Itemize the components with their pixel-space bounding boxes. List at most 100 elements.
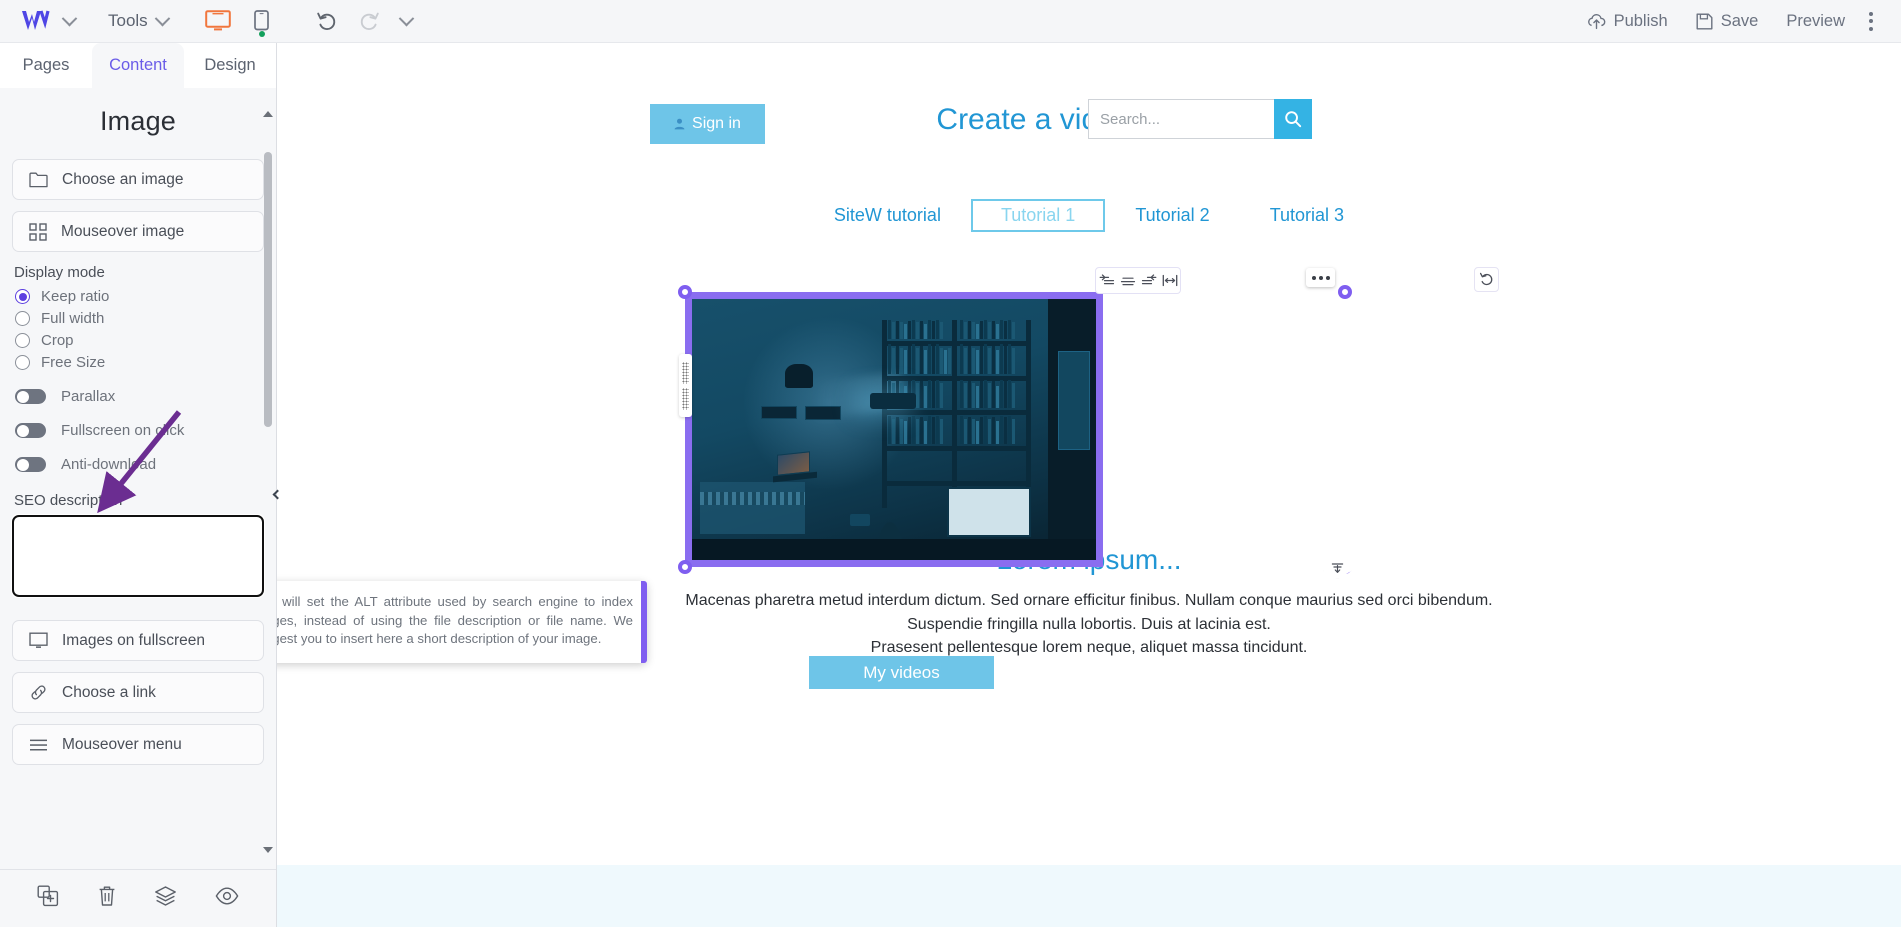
- undo-button[interactable]: [306, 0, 348, 43]
- left-sidebar: Pages Content Design Image Choose an ima…: [0, 43, 277, 927]
- nav-label: Tutorial 2: [1135, 205, 1210, 225]
- mouseover-menu-label: Mouseover menu: [62, 735, 182, 753]
- wall-decor: [784, 364, 814, 388]
- tab-pages[interactable]: Pages: [0, 43, 92, 88]
- bookshelf: [881, 319, 1032, 508]
- radio-full-width[interactable]: Full width: [15, 310, 264, 327]
- window: [1057, 351, 1090, 451]
- mouseover-image-button[interactable]: Mouseover image: [12, 211, 264, 252]
- radio-keep-ratio[interactable]: Keep ratio: [15, 288, 264, 305]
- sitew-logo-icon[interactable]: [18, 8, 52, 34]
- sign-in-button[interactable]: Sign in: [650, 104, 765, 144]
- site-search: [1088, 99, 1312, 139]
- image-options-button[interactable]: [1306, 268, 1335, 287]
- search-button[interactable]: [1274, 99, 1312, 139]
- scroll-down-arrow-icon[interactable]: [263, 847, 273, 869]
- radio-full-width-label: Full width: [41, 310, 105, 327]
- image-side-resize-handle[interactable]: [679, 354, 692, 417]
- scrollbar-thumb[interactable]: [263, 152, 272, 427]
- hamburger-icon: [30, 739, 47, 750]
- align-left-icon[interactable]: [1099, 274, 1115, 287]
- rotate-reset-icon: [1479, 272, 1493, 286]
- my-videos-button[interactable]: My videos: [809, 656, 994, 689]
- sidebar-footer-toolbar: [0, 869, 276, 927]
- my-videos-label: My videos: [863, 662, 940, 682]
- layers-icon[interactable]: [154, 885, 177, 912]
- grip-dots: [682, 361, 689, 384]
- link-icon: [31, 685, 46, 700]
- radio-free-size[interactable]: Free Size: [15, 354, 264, 371]
- undo-icon: [316, 12, 335, 31]
- align-center-icon[interactable]: [1120, 274, 1136, 287]
- align-stretch-icon[interactable]: [1162, 274, 1178, 287]
- eye-icon[interactable]: [215, 887, 239, 910]
- mobile-icon: [254, 9, 270, 30]
- nav-item-tutorial-2[interactable]: Tutorial 2: [1105, 199, 1239, 232]
- sidebar-collapse-button[interactable]: [268, 466, 286, 522]
- nav-item-tutorial-1[interactable]: Tutorial 1: [970, 199, 1106, 232]
- sign-in-label: Sign in: [692, 115, 741, 132]
- redo-button[interactable]: [348, 0, 390, 43]
- page-canvas: Sign in Create a video website SiteW tut…: [277, 43, 1901, 927]
- search-input[interactable]: [1088, 99, 1274, 139]
- table: [700, 481, 806, 534]
- choose-image-button[interactable]: Choose an image: [12, 159, 264, 200]
- radio-crop-label: Crop: [41, 332, 74, 349]
- seo-description-tooltip: This will set the ALT attribute used by …: [277, 581, 647, 663]
- radio-icon: [15, 333, 30, 348]
- align-right-icon[interactable]: [1141, 274, 1157, 287]
- history-dropdown-chevron-icon[interactable]: [390, 4, 424, 38]
- tooltip-text: This will set the ALT attribute used by …: [277, 594, 633, 646]
- page-footer-strip: [277, 865, 1901, 927]
- tools-menu-button[interactable]: Tools: [102, 7, 174, 35]
- choose-link-label: Choose a link: [62, 683, 156, 701]
- seo-description-input[interactable]: [11, 514, 265, 598]
- radio-crop[interactable]: Crop: [15, 332, 264, 349]
- images-on-fullscreen-button[interactable]: Images on fullscreen: [12, 620, 264, 661]
- duplicate-icon[interactable]: [37, 885, 59, 912]
- choose-image-label: Choose an image: [62, 170, 184, 188]
- nav-item-sitew-tutorial[interactable]: SiteW tutorial: [804, 199, 971, 232]
- scroll-up-arrow-icon[interactable]: [263, 94, 273, 117]
- preview-label: Preview: [1786, 11, 1845, 30]
- redo-icon: [360, 12, 379, 31]
- move-down-icon: [1331, 562, 1344, 573]
- search-icon: [1285, 111, 1302, 128]
- reset-rotation-button[interactable]: [1474, 267, 1499, 292]
- preview-button[interactable]: Preview: [1772, 6, 1859, 37]
- tab-design[interactable]: Design: [184, 43, 276, 88]
- nav-label: Tutorial 1: [1000, 205, 1076, 225]
- resize-handle-bottom-left[interactable]: [678, 560, 692, 574]
- panel-title: Image: [99, 106, 177, 136]
- resize-handle-top-left[interactable]: [678, 285, 692, 299]
- toggle-switch-icon[interactable]: [15, 423, 46, 438]
- selected-image-element[interactable]: [685, 292, 1103, 567]
- site-navigation: SiteW tutorial Tutorial 1 Tutorial 2 Tut…: [277, 199, 1901, 232]
- toggle-parallax[interactable]: Parallax: [15, 388, 264, 405]
- publish-button[interactable]: Publish: [1573, 6, 1682, 37]
- image-preview: [692, 299, 1096, 560]
- logo-dropdown-chevron-icon[interactable]: [52, 4, 86, 38]
- tab-content[interactable]: Content: [92, 43, 184, 88]
- nav-item-tutorial-3[interactable]: Tutorial 3: [1240, 199, 1374, 232]
- toggle-anti-download[interactable]: Anti-download: [15, 456, 264, 473]
- toggle-fullscreen-on-click[interactable]: Fullscreen on click: [15, 422, 264, 439]
- radio-icon: [15, 355, 30, 370]
- save-button[interactable]: Save: [1682, 6, 1773, 37]
- desktop-view-button[interactable]: [196, 0, 240, 43]
- choose-a-link-button[interactable]: Choose a link: [12, 672, 264, 713]
- toggle-switch-icon[interactable]: [15, 457, 46, 472]
- more-menu-button[interactable]: [1859, 6, 1887, 37]
- kebab-dot: [1869, 11, 1873, 16]
- mouseover-image-label: Mouseover image: [61, 222, 185, 240]
- white-cabinet: [946, 486, 1032, 537]
- app-root: Tools Publish Save Preview Pages Content…: [0, 0, 1901, 927]
- trash-icon[interactable]: [97, 885, 117, 912]
- toggle-switch-icon[interactable]: [15, 389, 46, 404]
- top-toolbar: Tools Publish Save Preview: [0, 0, 1901, 43]
- wall-frame-left: [760, 406, 798, 420]
- mobile-view-button[interactable]: [240, 0, 284, 43]
- mouseover-menu-button[interactable]: Mouseover menu: [12, 724, 264, 765]
- publish-label: Publish: [1613, 11, 1668, 30]
- resize-handle-top-right[interactable]: [1338, 285, 1352, 299]
